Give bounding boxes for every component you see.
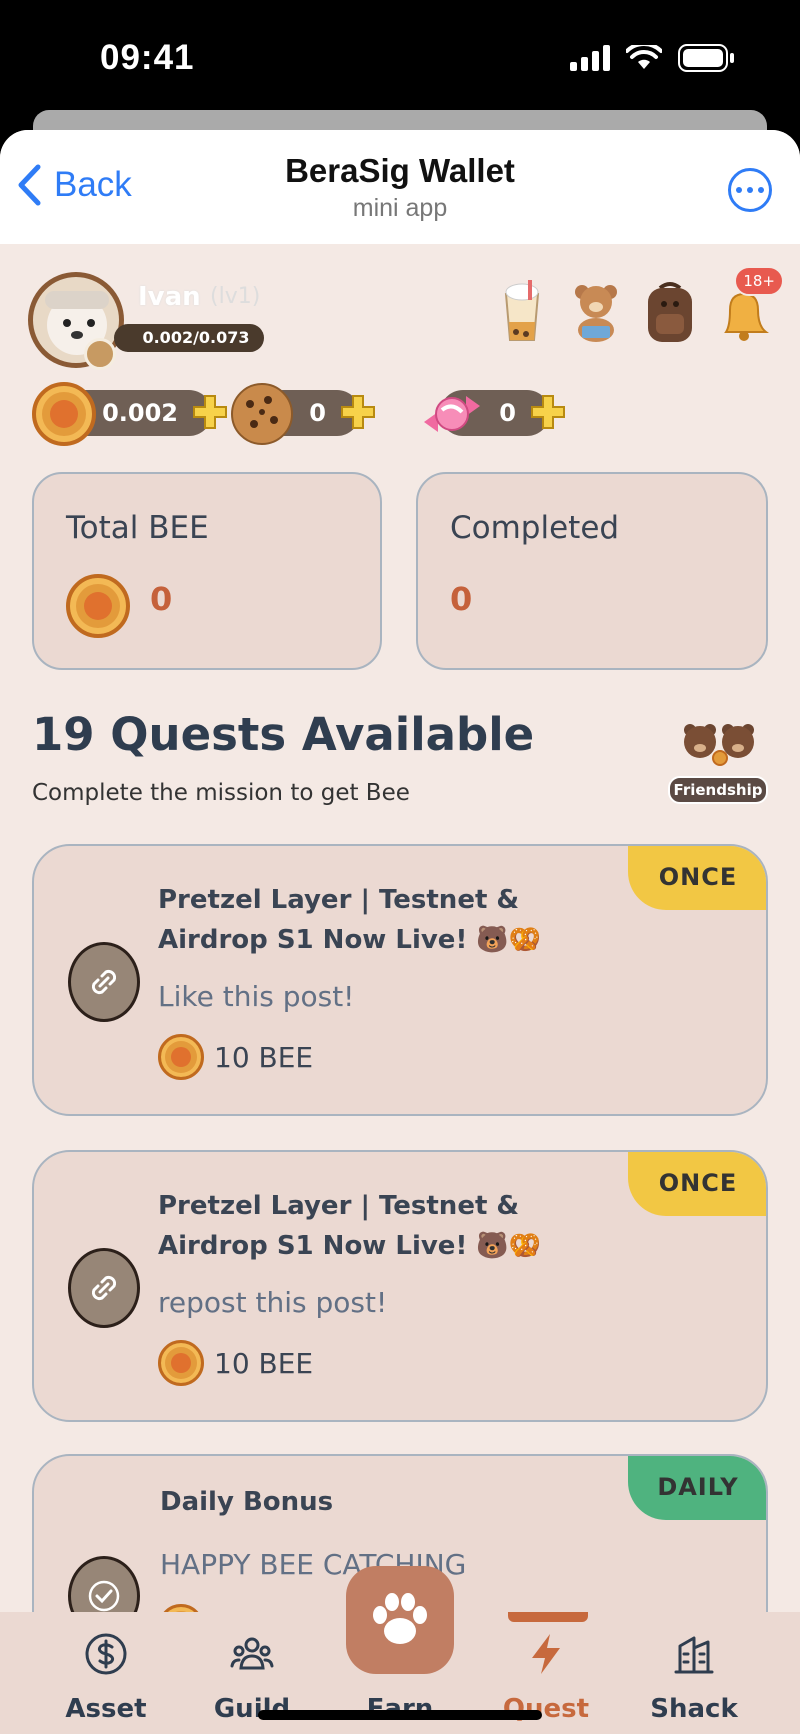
- bee-coin-icon: [158, 1340, 204, 1386]
- bear-friends-icon: [684, 724, 754, 766]
- nav-label: Asset: [65, 1694, 147, 1724]
- nav-label: Shack: [650, 1694, 738, 1724]
- quest-card[interactable]: ONCE Pretzel Layer | Testnet & Airdrop S…: [32, 1150, 768, 1422]
- bubble-tea-icon[interactable]: [494, 280, 550, 344]
- nav-asset[interactable]: Asset: [46, 1612, 166, 1734]
- quest-title: Pretzel Layer | Testnet & Airdrop S1 Now…: [158, 1191, 542, 1261]
- completed-label: Completed: [450, 510, 620, 546]
- quests-title: 19 Quests Available: [32, 708, 535, 761]
- quest-title: Daily Bonus: [160, 1487, 334, 1517]
- wifi-icon: [626, 45, 662, 69]
- total-bee-value: 0: [150, 580, 173, 618]
- completed-value: 0: [450, 580, 473, 618]
- currency-bar: 0.002 0 0: [32, 382, 772, 448]
- paw-icon: [373, 1593, 427, 1644]
- candy-icon: [424, 396, 480, 432]
- user-name: Ivan: [138, 282, 201, 312]
- bee-coin-balance[interactable]: 0.002: [32, 382, 228, 448]
- backpack-icon[interactable]: [642, 280, 698, 344]
- bee-coin-icon: [158, 1034, 204, 1080]
- bee-coin-icon: [32, 382, 96, 446]
- status-icons: [570, 44, 734, 72]
- quest-reward: 10 BEE: [158, 1340, 313, 1386]
- reward-amount: 10 BEE: [214, 1346, 314, 1380]
- plus-icon[interactable]: [340, 394, 376, 430]
- cookie-balance[interactable]: 0: [230, 382, 380, 448]
- app-subtitle: mini app: [352, 194, 448, 222]
- mini-app-sheet: Back BeraSig Wallet mini app 0.002/0.073…: [0, 130, 800, 1734]
- nav-shack[interactable]: Shack: [634, 1612, 754, 1734]
- total-bee-card: Total BEE 0: [32, 472, 382, 670]
- bee-coin-icon: [66, 574, 130, 638]
- frequency-badge: DAILY: [628, 1456, 766, 1520]
- user-level: (lv1): [210, 284, 261, 309]
- quests-subtitle: Complete the mission to get Bee: [32, 780, 410, 806]
- app-header: Back BeraSig Wallet mini app: [0, 130, 800, 244]
- earn-button[interactable]: [346, 1566, 454, 1674]
- reward-amount: 10 BEE: [214, 1040, 314, 1074]
- more-options-button[interactable]: [728, 168, 772, 212]
- user-profile[interactable]: 0.002/0.073 Ivan (lv1): [28, 272, 272, 372]
- notification-badge: 18+: [734, 266, 784, 296]
- friendship-label: Friendship: [668, 776, 768, 804]
- status-time: 09:41: [100, 38, 195, 77]
- link-icon: [68, 942, 140, 1022]
- bell-icon[interactable]: 18+: [716, 266, 784, 344]
- active-indicator: [508, 1612, 588, 1622]
- signal-icon: [570, 45, 610, 71]
- frequency-badge: ONCE: [628, 846, 766, 910]
- frequency-badge: ONCE: [628, 1152, 766, 1216]
- level-badge-icon: [84, 338, 116, 370]
- lightning-icon: [532, 1634, 560, 1674]
- plus-icon[interactable]: [192, 394, 228, 430]
- quest-card[interactable]: ONCE Pretzel Layer | Testnet & Airdrop S…: [32, 844, 768, 1116]
- quest-reward: 10 BEE: [158, 1034, 313, 1080]
- cookie-icon: [231, 383, 293, 445]
- quest-title: Pretzel Layer | Testnet & Airdrop S1 Now…: [158, 885, 542, 955]
- battery-icon: [678, 44, 734, 72]
- total-bee-label: Total BEE: [66, 510, 209, 546]
- app-title: BeraSig Wallet: [285, 152, 515, 189]
- dollar-icon: [85, 1633, 127, 1675]
- xp-bar: 0.002/0.073: [114, 324, 264, 352]
- teddy-bear-icon[interactable]: [568, 280, 624, 344]
- link-icon: [68, 1248, 140, 1328]
- quest-description: Like this post!: [158, 980, 355, 1013]
- building-icon: [674, 1636, 714, 1674]
- inventory-icons: 18+: [494, 266, 784, 344]
- plus-icon[interactable]: [530, 394, 566, 430]
- quest-description: repost this post!: [158, 1286, 388, 1319]
- status-bar: 09:41: [0, 0, 800, 140]
- home-indicator: [258, 1710, 542, 1720]
- candy-balance[interactable]: 0: [420, 382, 570, 448]
- users-icon: [230, 1637, 274, 1670]
- completed-card: Completed 0: [416, 472, 768, 670]
- friendship-button[interactable]: Friendship: [668, 714, 768, 804]
